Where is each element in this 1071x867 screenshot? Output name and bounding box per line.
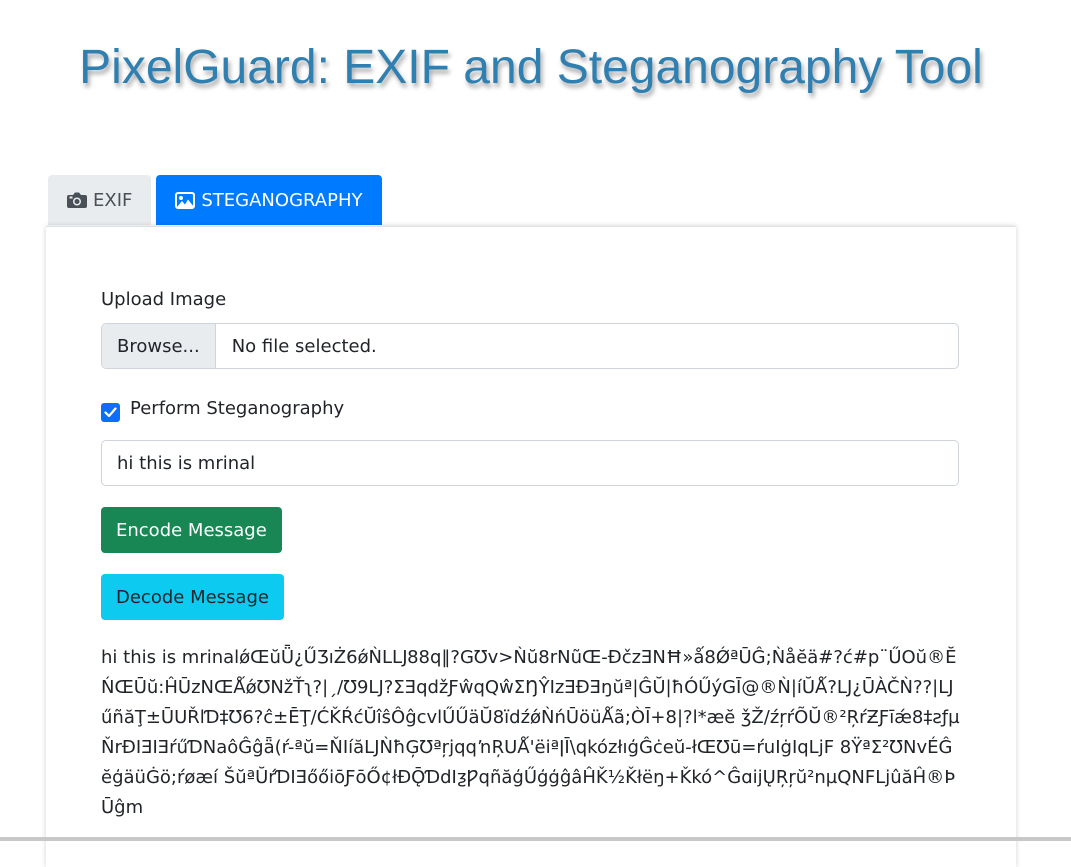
file-upload-input[interactable]: Browse... No file selected.	[101, 323, 959, 369]
decoded-output-text: hi this is mrinalǿŒŭǕ¿ŰƷıŻ6ǿǸLǇ88q‖?GƱv>…	[101, 647, 960, 818]
decode-message-button[interactable]: Decode Message	[101, 574, 284, 620]
image-icon	[175, 191, 196, 209]
tab-steganography-label: STEGANOGRAPHY	[201, 189, 363, 211]
file-status-text: No file selected.	[231, 335, 377, 357]
browse-button[interactable]: Browse...	[102, 324, 216, 368]
message-input[interactable]: hi this is mrinal	[101, 440, 959, 486]
checkmark-icon	[104, 403, 117, 422]
horizontal-scrollbar[interactable]	[0, 837, 1071, 841]
camera-icon	[67, 192, 87, 208]
upload-image-label: Upload Image	[101, 289, 227, 310]
steganography-checkbox-row: Perform Steganography	[101, 395, 344, 422]
app-title: PixelGuard: EXIF and Steganography Tool	[79, 41, 983, 94]
steganography-panel: Upload Image Browse... No file selected.…	[46, 226, 1016, 867]
tab-exif[interactable]: EXIF	[48, 175, 152, 225]
tab-bar: EXIF STEGANOGRAPHY	[48, 175, 382, 225]
tab-steganography[interactable]: STEGANOGRAPHY	[156, 175, 382, 225]
perform-steganography-checkbox[interactable]	[101, 403, 120, 422]
encode-message-button[interactable]: Encode Message	[101, 507, 282, 553]
perform-steganography-label: Perform Steganography	[130, 398, 345, 419]
tab-exif-label: EXIF	[93, 189, 133, 211]
